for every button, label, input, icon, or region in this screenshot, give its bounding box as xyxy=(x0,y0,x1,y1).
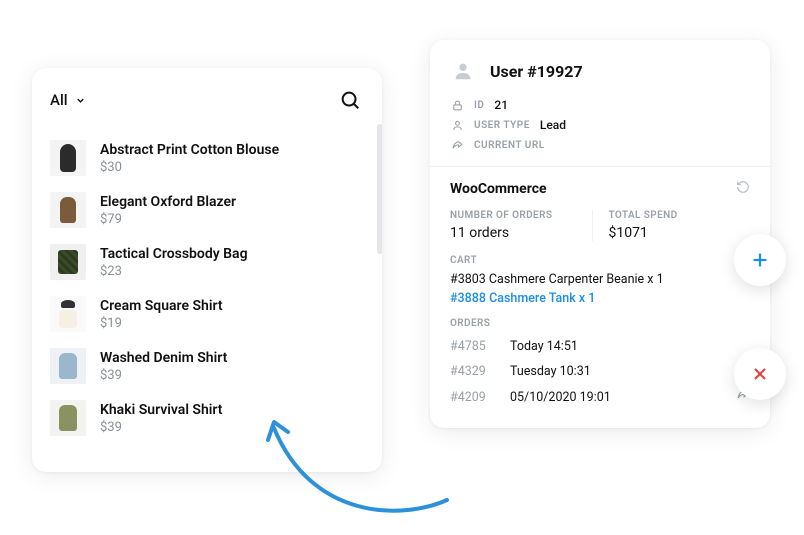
meta-usertype-value: Lead xyxy=(540,118,566,132)
cart-section: CART #3803 Cashmere Carpenter Beanie x 1… xyxy=(450,255,750,306)
product-name: Washed Denim Shirt xyxy=(100,350,227,366)
user-meta-list: ID 21 USER TYPE Lead CURRENT URL xyxy=(450,98,750,152)
product-price: $23 xyxy=(100,264,248,279)
product-row[interactable]: Elegant Oxford Blazer $79 xyxy=(50,184,364,236)
stat-orders-value: 11 orders xyxy=(450,225,580,241)
section-title: WooCommerce xyxy=(450,181,547,197)
product-price: $30 xyxy=(100,160,279,175)
product-name: Tactical Crossbody Bag xyxy=(100,246,248,262)
filter-dropdown[interactable]: All xyxy=(50,91,86,109)
product-price: $39 xyxy=(100,420,223,435)
product-info: Elegant Oxford Blazer $79 xyxy=(100,194,236,227)
product-price: $19 xyxy=(100,316,223,331)
product-thumbnail xyxy=(50,400,86,436)
divider xyxy=(430,166,770,167)
user-detail-panel: User #19927 ID 21 USER TYPE Lead CURRENT… xyxy=(430,40,770,428)
stat-spend: TOTAL SPEND $1071 xyxy=(592,210,751,241)
meta-usertype-label: USER TYPE xyxy=(474,120,530,131)
product-row[interactable]: Khaki Survival Shirt $39 xyxy=(50,392,364,444)
product-name: Abstract Print Cotton Blouse xyxy=(100,142,279,158)
product-row[interactable]: Cream Square Shirt $19 xyxy=(50,288,364,340)
close-icon xyxy=(750,364,770,384)
product-info: Washed Denim Shirt $39 xyxy=(100,350,227,383)
product-thumbnail xyxy=(50,244,86,280)
meta-usertype-row: USER TYPE Lead xyxy=(450,118,750,132)
product-info: Tactical Crossbody Bag $23 xyxy=(100,246,248,279)
product-price: $39 xyxy=(100,368,227,383)
order-time: Today 14:51 xyxy=(510,339,750,354)
meta-id-row: ID 21 xyxy=(450,98,750,112)
user-icon xyxy=(450,118,464,132)
refresh-button[interactable] xyxy=(736,179,750,198)
product-thumbnail xyxy=(50,192,86,228)
product-thumbnail xyxy=(50,140,86,176)
add-fab-button[interactable] xyxy=(734,234,786,286)
cart-label: CART xyxy=(450,255,750,266)
product-row[interactable]: Abstract Print Cotton Blouse $30 xyxy=(50,132,364,184)
order-id: #4329 xyxy=(450,364,496,379)
stat-spend-label: TOTAL SPEND xyxy=(609,210,739,221)
filter-label: All xyxy=(50,91,68,109)
product-name: Cream Square Shirt xyxy=(100,298,223,314)
product-info: Abstract Print Cotton Blouse $30 xyxy=(100,142,279,175)
order-time: Tuesday 10:31 xyxy=(510,364,722,379)
order-id: #4785 xyxy=(450,339,496,354)
product-thumbnail xyxy=(50,348,86,384)
search-button[interactable] xyxy=(336,86,364,114)
refresh-icon xyxy=(736,180,750,194)
order-row[interactable]: #4209 05/10/2020 19:01 xyxy=(450,384,750,410)
meta-currenturl-label: CURRENT URL xyxy=(474,140,545,151)
product-thumbnail xyxy=(50,296,86,332)
product-info: Cream Square Shirt $19 xyxy=(100,298,223,331)
user-header: User #19927 xyxy=(450,58,750,84)
section-header: WooCommerce xyxy=(450,179,750,198)
stats-row: NUMBER OF ORDERS 11 orders TOTAL SPEND $… xyxy=(450,210,750,241)
stat-orders: NUMBER OF ORDERS 11 orders xyxy=(450,210,592,241)
product-picker-header: All xyxy=(50,86,364,114)
product-price: $79 xyxy=(100,212,236,227)
cart-item: #3803 Cashmere Carpenter Beanie x 1 xyxy=(450,272,750,287)
product-name: Khaki Survival Shirt xyxy=(100,402,223,418)
stat-orders-label: NUMBER OF ORDERS xyxy=(450,210,580,221)
cart-item-link[interactable]: #3888 Cashmere Tank x 1 xyxy=(450,291,750,306)
order-id: #4209 xyxy=(450,390,496,405)
product-list: Abstract Print Cotton Blouse $30 Elegant… xyxy=(50,132,364,444)
product-row[interactable]: Washed Denim Shirt $39 xyxy=(50,340,364,392)
user-avatar-icon xyxy=(450,58,476,84)
product-picker-panel: All Abstract Print Cotton Blouse $30 Ele… xyxy=(32,68,382,472)
product-row[interactable]: Tactical Crossbody Bag $23 xyxy=(50,236,364,288)
share-arrow-icon xyxy=(450,138,464,152)
meta-id-value: 21 xyxy=(494,98,508,112)
search-icon xyxy=(339,89,361,111)
product-info: Khaki Survival Shirt $39 xyxy=(100,402,223,435)
product-name: Elegant Oxford Blazer xyxy=(100,194,236,210)
meta-id-label: ID xyxy=(474,100,484,111)
plus-icon xyxy=(749,249,771,271)
meta-currenturl-row: CURRENT URL xyxy=(450,138,750,152)
user-title: User #19927 xyxy=(490,62,583,81)
order-time: 05/10/2020 19:01 xyxy=(510,390,722,405)
close-fab-button[interactable] xyxy=(734,348,786,400)
orders-label: ORDERS xyxy=(450,318,750,329)
order-row[interactable]: #4329 Tuesday 10:31 xyxy=(450,358,750,384)
order-row[interactable]: #4785 Today 14:51 xyxy=(450,335,750,358)
chevron-down-icon xyxy=(75,95,86,106)
orders-section: ORDERS #4785 Today 14:51 #4329 Tuesday 1… xyxy=(450,318,750,410)
lock-icon xyxy=(450,98,464,112)
stat-spend-value: $1071 xyxy=(609,225,739,241)
